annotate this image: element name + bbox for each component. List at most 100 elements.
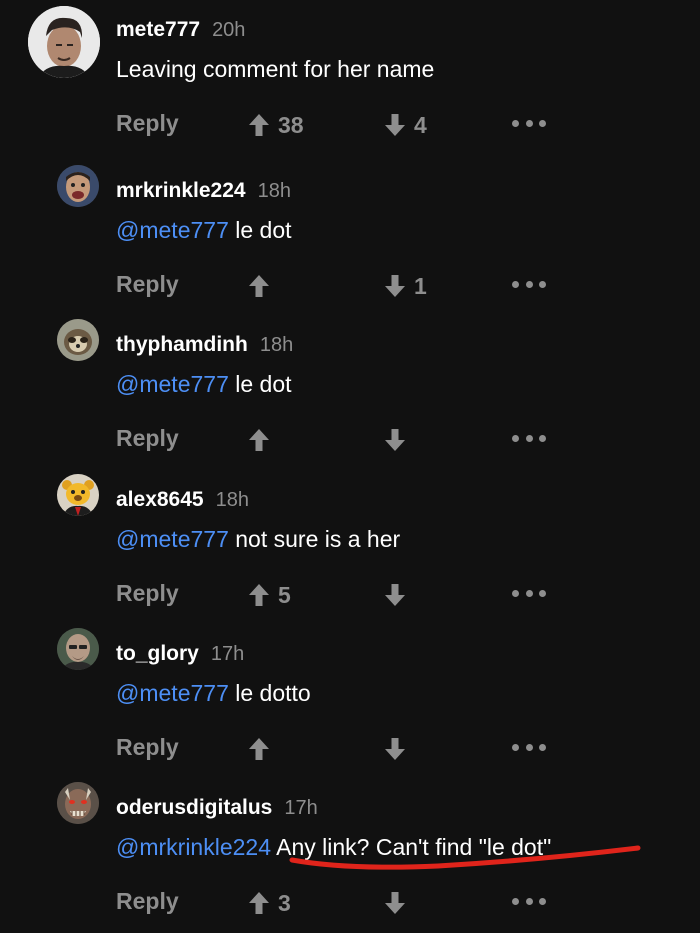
comment-text: @mete777 not sure is a her	[116, 526, 400, 553]
timestamp: 18h	[259, 334, 294, 356]
user-avatar[interactable]	[57, 165, 99, 207]
upvote-count: 5	[278, 581, 291, 608]
downvote-button[interactable]	[384, 425, 414, 455]
upvote-button[interactable]: 5	[248, 580, 291, 610]
dot-icon	[512, 589, 519, 597]
more-options-button[interactable]	[512, 431, 546, 445]
downvote-arrow-icon	[385, 114, 405, 136]
mention-link[interactable]: @mete777	[116, 680, 229, 706]
downvote-arrow-icon	[385, 429, 405, 451]
upvote-count: 3	[278, 889, 291, 916]
more-options-button[interactable]	[512, 277, 546, 291]
dot-icon	[539, 897, 546, 905]
downvote-button[interactable]	[384, 734, 414, 764]
dot-icon	[512, 280, 519, 288]
dot-icon	[539, 589, 546, 597]
comment-text: @mete777 le dotto	[116, 680, 311, 707]
mention-link[interactable]: @mete777	[116, 217, 229, 243]
comment-meta: mrkrinkle224 18h	[116, 179, 291, 203]
timestamp: 17h	[210, 643, 245, 665]
downvote-count: 1	[414, 272, 427, 299]
comment-actions: Reply 5	[0, 576, 700, 616]
dot-icon	[525, 119, 533, 127]
reply-button[interactable]: Reply	[116, 271, 179, 298]
downvote-button[interactable]	[384, 888, 414, 918]
upvote-button[interactable]	[248, 271, 278, 301]
mention-link[interactable]: @mrkrinkle224	[116, 834, 271, 860]
upvote-arrow-icon	[249, 275, 269, 297]
more-options-button[interactable]	[512, 740, 546, 754]
dot-icon	[525, 897, 533, 905]
downvote-button[interactable]: 1	[384, 271, 427, 301]
comment-actions: Reply	[0, 421, 700, 461]
dot-icon	[512, 434, 519, 442]
comment-meta: mete777 20h	[116, 18, 245, 42]
downvote-button[interactable]	[384, 580, 414, 610]
upvote-button[interactable]	[248, 425, 278, 455]
dot-icon	[512, 119, 519, 127]
comment-meta: alex8645 18h	[116, 488, 249, 512]
dot-icon	[512, 743, 519, 751]
username[interactable]: oderusdigitalus	[116, 796, 272, 819]
mention-link[interactable]: @mete777	[116, 526, 229, 552]
downvote-arrow-icon	[385, 738, 405, 760]
upvote-count: 38	[278, 111, 304, 138]
username[interactable]: mrkrinkle224	[116, 179, 246, 202]
comment-body: le dot	[228, 371, 292, 397]
user-avatar[interactable]	[57, 474, 99, 516]
comment-body: le dotto	[228, 680, 311, 706]
reply-button[interactable]: Reply	[116, 888, 179, 915]
comment-body: Leaving comment for her name	[116, 56, 435, 82]
comment-actions: Reply 1	[0, 267, 700, 307]
comment-meta: thyphamdinh 18h	[116, 333, 293, 357]
comment-text: Leaving comment for her name	[116, 56, 434, 83]
upvote-button[interactable]: 3	[248, 888, 291, 918]
reply-button[interactable]: Reply	[116, 425, 179, 452]
comment-text: @mrkrinkle224 Any link? Can't find "le d…	[116, 834, 551, 861]
comment-meta: to_glory 17h	[116, 642, 244, 666]
reply-button[interactable]: Reply	[116, 580, 179, 607]
downvote-button[interactable]: 4	[384, 110, 427, 140]
username[interactable]: mete777	[116, 18, 200, 41]
downvote-arrow-icon	[385, 275, 405, 297]
dot-icon	[512, 897, 519, 905]
dot-icon	[525, 280, 533, 288]
more-options-button[interactable]	[512, 586, 546, 600]
user-avatar[interactable]	[57, 628, 99, 670]
mention-link[interactable]: @mete777	[116, 371, 229, 397]
user-avatar[interactable]	[28, 6, 100, 78]
user-avatar[interactable]	[57, 782, 99, 824]
username[interactable]: to_glory	[116, 642, 199, 665]
more-options-button[interactable]	[512, 894, 546, 908]
dot-icon	[525, 589, 533, 597]
timestamp: 18h	[257, 180, 291, 202]
dot-icon	[539, 280, 546, 288]
downvote-count: 4	[414, 111, 427, 138]
timestamp: 17h	[284, 797, 318, 819]
user-avatar[interactable]	[57, 319, 99, 361]
upvote-button[interactable]	[248, 734, 278, 764]
dot-icon	[539, 434, 546, 442]
upvote-button[interactable]: 38	[248, 110, 304, 140]
comment-text: @mete777 le dot	[116, 371, 292, 398]
comment-meta: oderusdigitalus 17h	[116, 796, 318, 820]
username[interactable]: thyphamdinh	[116, 333, 248, 356]
downvote-arrow-icon	[385, 892, 405, 914]
downvote-arrow-icon	[385, 584, 405, 606]
timestamp: 20h	[212, 19, 246, 41]
dot-icon	[539, 743, 546, 751]
reply-button[interactable]: Reply	[116, 734, 179, 761]
comment-text: @mete777 le dot	[116, 217, 292, 244]
timestamp: 18h	[215, 489, 249, 511]
reply-button[interactable]: Reply	[116, 110, 179, 137]
upvote-arrow-icon	[249, 738, 269, 760]
upvote-arrow-icon	[249, 429, 269, 451]
username[interactable]: alex8645	[116, 488, 204, 511]
comment-body: Any link? Can't find "le dot"	[271, 834, 552, 860]
upvote-arrow-icon	[249, 584, 269, 606]
comment-body: le dot	[228, 217, 292, 243]
upvote-arrow-icon	[249, 114, 269, 136]
more-options-button[interactable]	[512, 116, 546, 130]
dot-icon	[539, 119, 546, 127]
comment-body: not sure is a her	[228, 526, 401, 552]
